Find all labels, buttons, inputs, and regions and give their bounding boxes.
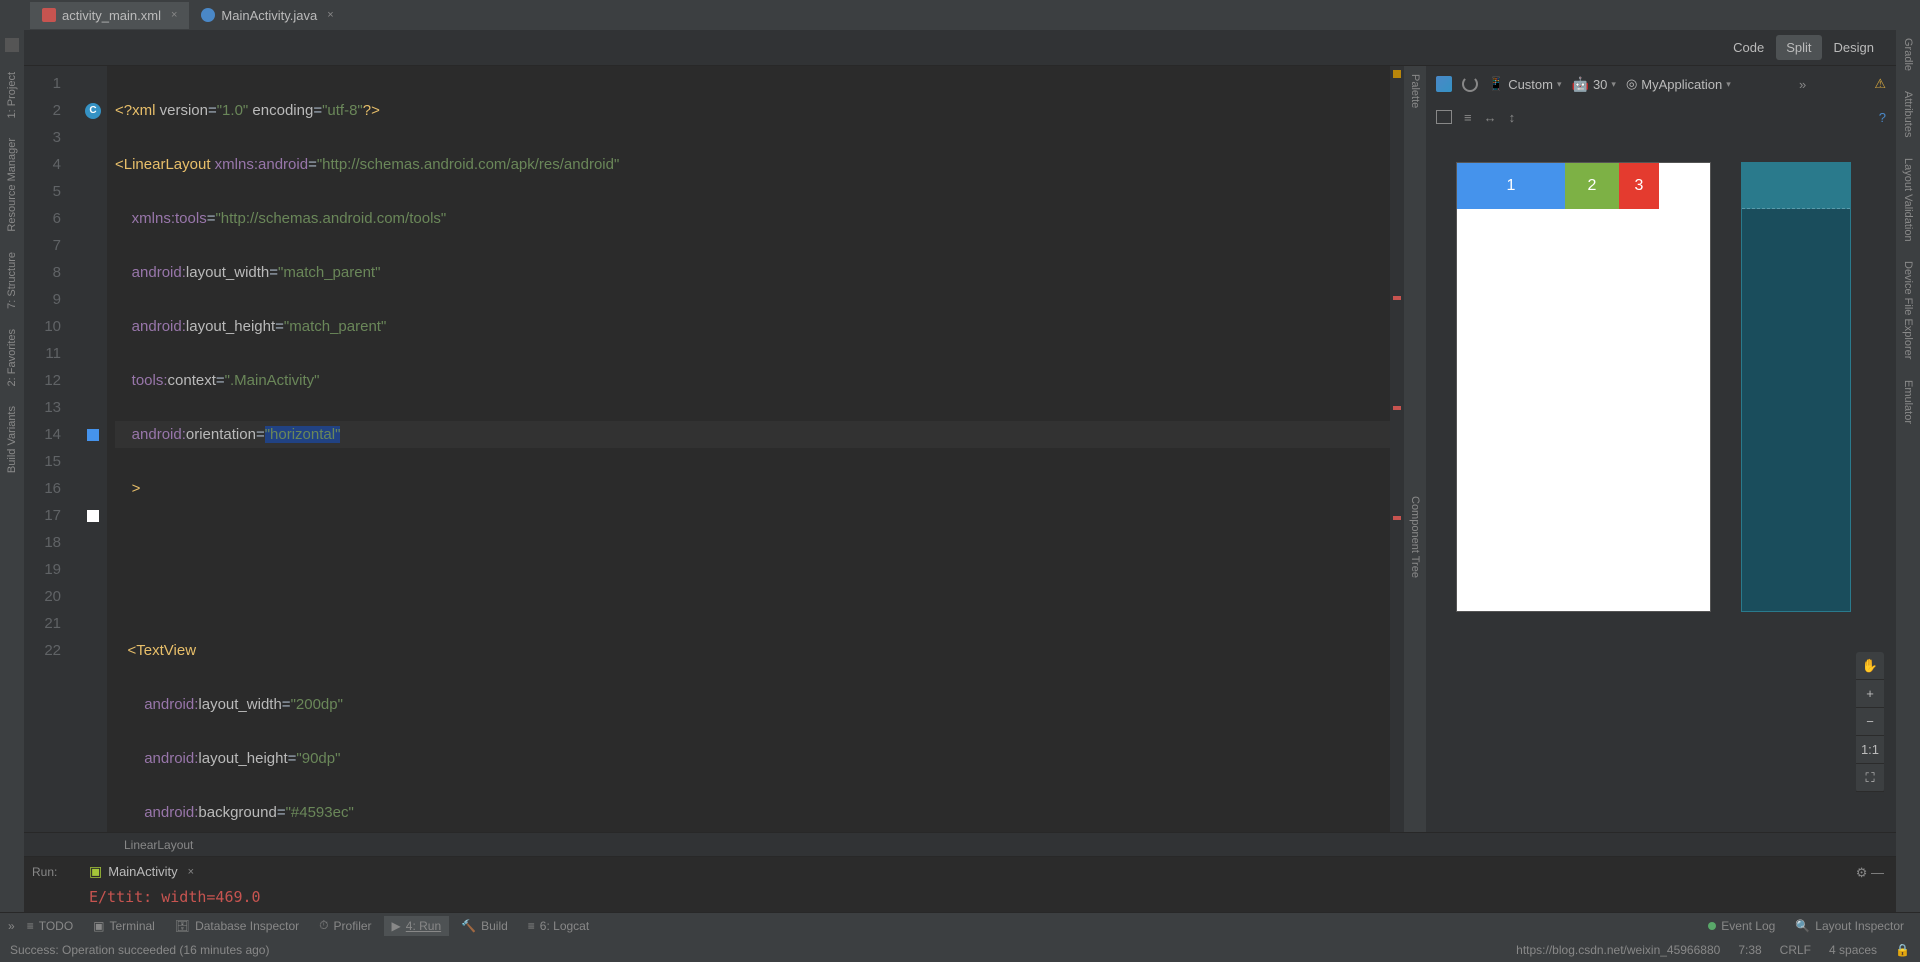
layout-inspector-tab[interactable]: 🔍 Layout Inspector: [1787, 916, 1912, 936]
help-icon[interactable]: ?: [1879, 110, 1886, 125]
project-icon[interactable]: [5, 38, 19, 52]
code-content[interactable]: <?xml version="1.0" encoding="utf-8"?> <…: [107, 66, 1390, 832]
rail-favorites[interactable]: 2: Favorites: [6, 329, 18, 386]
color-swatch-icon[interactable]: [87, 510, 99, 522]
rail-attributes[interactable]: Attributes: [1902, 91, 1914, 137]
zoom-fit-button[interactable]: 1:1: [1856, 736, 1884, 764]
zoom-controls: ✋ + − 1:1 ⛶: [1856, 652, 1884, 792]
error-stripe[interactable]: [1390, 66, 1404, 832]
rail-project[interactable]: 1: Project: [6, 72, 18, 118]
line-ending[interactable]: CRLF: [1780, 943, 1811, 957]
palette-rail: Palette Component Tree: [1404, 66, 1426, 832]
profiler-tab[interactable]: ⏱ Profiler: [311, 915, 379, 936]
run-settings-icon[interactable]: ⚙ —: [1844, 857, 1896, 912]
class-icon[interactable]: C: [85, 103, 101, 119]
view-mode-toggle: Code Split Design: [24, 30, 1896, 66]
zoom-in-button[interactable]: +: [1856, 680, 1884, 708]
surface-icon[interactable]: [1436, 76, 1452, 92]
design-toolbar-secondary: ≡ ↔ ↕ ?: [1426, 102, 1896, 132]
rail-device-explorer[interactable]: Device File Explorer: [1902, 261, 1914, 359]
warning-icon[interactable]: ⚠: [1874, 76, 1886, 92]
color-swatch-icon[interactable]: [87, 429, 99, 441]
run-label: Run:: [24, 857, 79, 912]
view-options-icon[interactable]: [1436, 110, 1452, 124]
bottom-tool-bar: » ≡ TODO ▣ Terminal 🗄 Database Inspector…: [0, 912, 1920, 938]
line-number-gutter: 12345678910111213141516171819202122: [24, 66, 79, 832]
todo-tab[interactable]: ≡ TODO: [19, 916, 81, 936]
indent-setting[interactable]: 4 spaces: [1829, 943, 1877, 957]
blueprint-preview[interactable]: [1741, 162, 1851, 612]
xml-file-icon: [42, 8, 56, 22]
design-toolbar: 📱 Custom▾ 🤖30▾ ◎ MyApplication▾ » ⚠: [1426, 66, 1896, 102]
database-inspector-tab[interactable]: 🗄 Database Inspector: [167, 916, 307, 936]
palette-label[interactable]: Palette: [1409, 74, 1421, 108]
rail-resource-manager[interactable]: Resource Manager: [6, 138, 18, 232]
watermark-text: https://blog.csdn.net/weixin_45966880: [1516, 943, 1720, 957]
event-log-tab[interactable]: Event Log: [1700, 916, 1783, 936]
logcat-tab[interactable]: ≡ 6: Logcat: [520, 916, 597, 936]
preview-cell-3: 3: [1619, 163, 1659, 209]
status-message: Success: Operation succeeded (16 minutes…: [10, 943, 269, 957]
api-selector[interactable]: 🤖30▾: [1572, 76, 1616, 93]
rail-layout-validation[interactable]: Layout Validation: [1902, 158, 1914, 242]
preview-cell-1: 1: [1457, 163, 1565, 209]
editor-tab-bar: activity_main.xml × MainActivity.java ×: [0, 0, 1920, 30]
tab-label: MainActivity.java: [221, 8, 317, 23]
code-view-button[interactable]: Code: [1723, 35, 1774, 60]
zoom-full-button[interactable]: ⛶: [1856, 764, 1884, 792]
tab-label: activity_main.xml: [62, 8, 161, 23]
close-icon[interactable]: ×: [171, 9, 177, 21]
run-tab[interactable]: ▶ 4: Run: [384, 916, 450, 936]
rail-gradle[interactable]: Gradle: [1902, 38, 1914, 71]
right-tool-rail: Gradle Attributes Layout Validation Devi…: [1896, 30, 1920, 912]
tab-main-activity[interactable]: MainActivity.java ×: [189, 2, 345, 29]
rail-emulator[interactable]: Emulator: [1902, 380, 1914, 424]
close-icon[interactable]: ×: [327, 9, 333, 21]
orientation-icon[interactable]: [1462, 76, 1478, 92]
tab-activity-main[interactable]: activity_main.xml ×: [30, 2, 189, 29]
java-file-icon: [201, 8, 215, 22]
device-selector[interactable]: 📱 Custom▾: [1488, 76, 1562, 92]
theme-selector[interactable]: ◎ MyApplication▾: [1626, 76, 1731, 92]
zoom-out-button[interactable]: −: [1856, 708, 1884, 736]
breadcrumb[interactable]: LinearLayout: [24, 832, 1896, 856]
status-bar: Success: Operation succeeded (16 minutes…: [0, 938, 1920, 962]
build-tab[interactable]: 🔨 Build: [453, 916, 516, 936]
left-tool-rail: 1: Project Resource Manager 7: Structure…: [0, 30, 24, 912]
cursor-position[interactable]: 7:38: [1738, 943, 1761, 957]
terminal-tab[interactable]: ▣ Terminal: [85, 916, 163, 936]
rail-build-variants[interactable]: Build Variants: [6, 406, 18, 473]
layout-preview-canvas[interactable]: 1 2 3 ✋ + − 1:1: [1426, 132, 1896, 832]
component-tree-label[interactable]: Component Tree: [1409, 496, 1421, 578]
design-view-button[interactable]: Design: [1824, 35, 1884, 60]
run-output-line: E/ttit: width=469.0: [79, 886, 1844, 908]
design-preview-pane: 📱 Custom▾ 🤖30▾ ◎ MyApplication▾ » ⚠ ≡ ↔ …: [1426, 66, 1896, 832]
run-tool-window: Run: ▣MainActivity× E/ttit: width=469.0 …: [24, 856, 1896, 912]
rail-structure[interactable]: 7: Structure: [6, 252, 18, 309]
pan-button[interactable]: ✋: [1856, 652, 1884, 680]
gutter-marks: C: [79, 66, 107, 832]
preview-cell-2: 2: [1565, 163, 1619, 209]
phone-preview[interactable]: 1 2 3: [1456, 162, 1711, 612]
code-editor[interactable]: 12345678910111213141516171819202122 C <?…: [24, 66, 1404, 832]
split-view-button[interactable]: Split: [1776, 35, 1821, 60]
run-config-tab[interactable]: ▣MainActivity×: [79, 857, 204, 886]
